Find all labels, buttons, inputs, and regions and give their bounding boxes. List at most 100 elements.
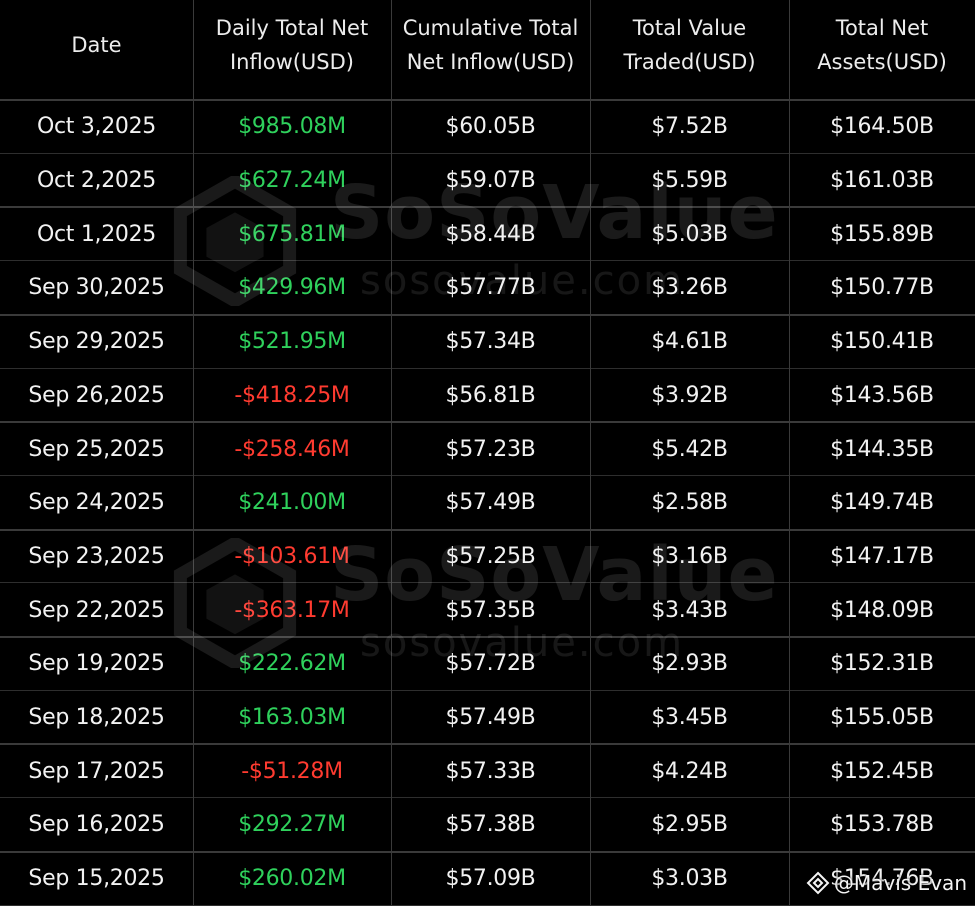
binance-diamond-icon xyxy=(806,871,830,895)
table-row: Sep 17,2025 -$51.28M $57.33B $4.24B $152.45B xyxy=(0,744,975,798)
total-net-assets-cell: $155.05B xyxy=(830,705,934,731)
column-divider xyxy=(590,0,591,905)
total-net-assets-cell: $150.41B xyxy=(830,329,934,355)
total-value-traded-cell: $4.61B xyxy=(651,329,728,355)
date-cell: Oct 2,2025 xyxy=(36,168,156,194)
date-cell: Sep 22,2025 xyxy=(28,597,165,623)
total-net-assets-cell: $161.03B xyxy=(830,168,934,194)
total-value-traded-cell: $3.45B xyxy=(651,705,728,731)
date-cell: Sep 23,2025 xyxy=(28,543,165,569)
cumulative-net-inflow-cell: $57.77B xyxy=(445,275,536,301)
total-value-traded-cell: $7.52B xyxy=(651,114,728,140)
table-row: Oct 2,2025 $627.24M $59.07B $5.59B $161.03B xyxy=(0,154,975,208)
daily-net-inflow-cell: -$418.25M xyxy=(234,382,350,408)
total-value-traded-cell: $2.95B xyxy=(651,812,728,838)
daily-net-inflow-cell: $521.95M xyxy=(238,329,346,355)
total-net-assets-cell: $152.45B xyxy=(830,758,934,784)
table-row: Sep 25,2025 -$258.46M $57.23B $5.42B $144.35… xyxy=(0,422,975,476)
row-divider xyxy=(0,797,975,798)
cumulative-net-inflow-cell: $58.44B xyxy=(445,221,536,247)
table-row: Oct 1,2025 $675.81M $58.44B $5.03B $155.89B xyxy=(0,207,975,261)
date-cell: Sep 16,2025 xyxy=(28,812,165,838)
cumulative-net-inflow-cell: $57.25B xyxy=(445,543,536,569)
column-divider xyxy=(193,0,194,905)
row-divider xyxy=(0,636,975,638)
daily-net-inflow-cell: $292.27M xyxy=(238,812,346,838)
total-value-traded-cell: $3.43B xyxy=(651,597,728,623)
date-cell: Sep 30,2025 xyxy=(28,275,165,301)
daily-net-inflow-cell: $627.24M xyxy=(238,168,346,194)
table-row: Sep 22,2025 -$363.17M $57.35B $3.43B $148.09… xyxy=(0,583,975,637)
row-divider xyxy=(0,260,975,261)
daily-net-inflow-cell: -$51.28M xyxy=(241,758,343,784)
column-divider xyxy=(391,0,392,905)
column-header-date: Date xyxy=(71,33,122,57)
etf-flow-table: Date Daily Total Net Inflow(USD) Cumulat… xyxy=(0,0,975,906)
column-header-daily-net-inflow: Daily Total Net Inflow(USD) xyxy=(215,16,369,74)
row-divider xyxy=(0,99,975,101)
column-header-cumulative-net-inflow: Cumulative Total Net Inflow(USD) xyxy=(402,16,579,74)
table-row: Oct 3,2025 $985.08M $60.05B $7.52B $164.50B xyxy=(0,100,975,154)
table-row: Sep 29,2025 $521.95M $57.34B $4.61B $150.41B xyxy=(0,315,975,369)
date-cell: Sep 18,2025 xyxy=(28,705,165,731)
author-credit-text: @Mavis Evan xyxy=(833,871,967,895)
table-row: Sep 26,2025 -$418.25M $56.81B $3.92B $143.56… xyxy=(0,369,975,423)
table-header: Date Daily Total Net Inflow(USD) Cumulat… xyxy=(0,0,975,100)
date-cell: Sep 29,2025 xyxy=(28,329,165,355)
daily-net-inflow-cell: -$103.61M xyxy=(234,543,350,569)
total-net-assets-cell: $152.31B xyxy=(830,651,934,677)
row-divider xyxy=(0,314,975,316)
column-header-total-net-assets: Total Net Assets(USD) xyxy=(817,16,947,74)
total-value-traded-cell: $5.59B xyxy=(651,168,728,194)
total-value-traded-cell: $5.42B xyxy=(651,436,728,462)
cumulative-net-inflow-cell: $57.09B xyxy=(445,866,536,892)
daily-net-inflow-cell: $985.08M xyxy=(238,114,346,140)
column-divider xyxy=(789,0,790,905)
total-net-assets-cell: $144.35B xyxy=(830,436,934,462)
row-divider xyxy=(0,690,975,691)
total-net-assets-cell: $155.89B xyxy=(830,221,934,247)
total-value-traded-cell: $3.26B xyxy=(651,275,728,301)
daily-net-inflow-cell: $675.81M xyxy=(238,221,346,247)
cumulative-net-inflow-cell: $60.05B xyxy=(445,114,536,140)
cumulative-net-inflow-cell: $57.35B xyxy=(445,597,536,623)
table-row: Sep 23,2025 -$103.61M $57.25B $3.16B $147.17… xyxy=(0,530,975,584)
author-credit: @Mavis Evan xyxy=(806,871,967,895)
column-header-total-value-traded: Total Value Traded(USD) xyxy=(623,16,756,74)
cumulative-net-inflow-cell: $57.72B xyxy=(445,651,536,677)
row-divider xyxy=(0,851,975,853)
daily-net-inflow-cell: $222.62M xyxy=(238,651,346,677)
daily-net-inflow-cell: $163.03M xyxy=(238,705,346,731)
total-net-assets-cell: $164.50B xyxy=(830,114,934,140)
cumulative-net-inflow-cell: $57.49B xyxy=(445,705,536,731)
row-divider xyxy=(0,475,975,476)
cumulative-net-inflow-cell: $57.34B xyxy=(445,329,536,355)
total-net-assets-cell: $147.17B xyxy=(830,543,934,569)
date-cell: Sep 26,2025 xyxy=(28,382,165,408)
total-value-traded-cell: $3.03B xyxy=(651,866,728,892)
total-value-traded-cell: $2.93B xyxy=(651,651,728,677)
total-net-assets-cell: $153.78B xyxy=(830,812,934,838)
row-divider xyxy=(0,368,975,369)
table-row: Sep 19,2025 $222.62M $57.72B $2.93B $152.31B xyxy=(0,637,975,691)
cumulative-net-inflow-cell: $57.38B xyxy=(445,812,536,838)
cumulative-net-inflow-cell: $57.23B xyxy=(445,436,536,462)
date-cell: Sep 24,2025 xyxy=(28,490,165,516)
total-value-traded-cell: $5.03B xyxy=(651,221,728,247)
table-row: Sep 30,2025 $429.96M $57.77B $3.26B $150.77B xyxy=(0,261,975,315)
date-cell: Sep 17,2025 xyxy=(28,758,165,784)
date-cell: Sep 19,2025 xyxy=(28,651,165,677)
table-row: Sep 16,2025 $292.27M $57.38B $2.95B $153.78B xyxy=(0,798,975,852)
row-divider xyxy=(0,153,975,154)
total-value-traded-cell: $4.24B xyxy=(651,758,728,784)
date-cell: Oct 1,2025 xyxy=(36,221,156,247)
daily-net-inflow-cell: $260.02M xyxy=(238,866,346,892)
total-net-assets-cell: $150.77B xyxy=(830,275,934,301)
daily-net-inflow-cell: $241.00M xyxy=(238,490,346,516)
total-value-traded-cell: $3.16B xyxy=(651,543,728,569)
cumulative-net-inflow-cell: $57.33B xyxy=(445,758,536,784)
total-value-traded-cell: $3.92B xyxy=(651,382,728,408)
date-cell: Sep 15,2025 xyxy=(28,866,165,892)
table-row: Sep 18,2025 $163.03M $57.49B $3.45B $155.05B xyxy=(0,691,975,745)
daily-net-inflow-cell: -$258.46M xyxy=(234,436,350,462)
